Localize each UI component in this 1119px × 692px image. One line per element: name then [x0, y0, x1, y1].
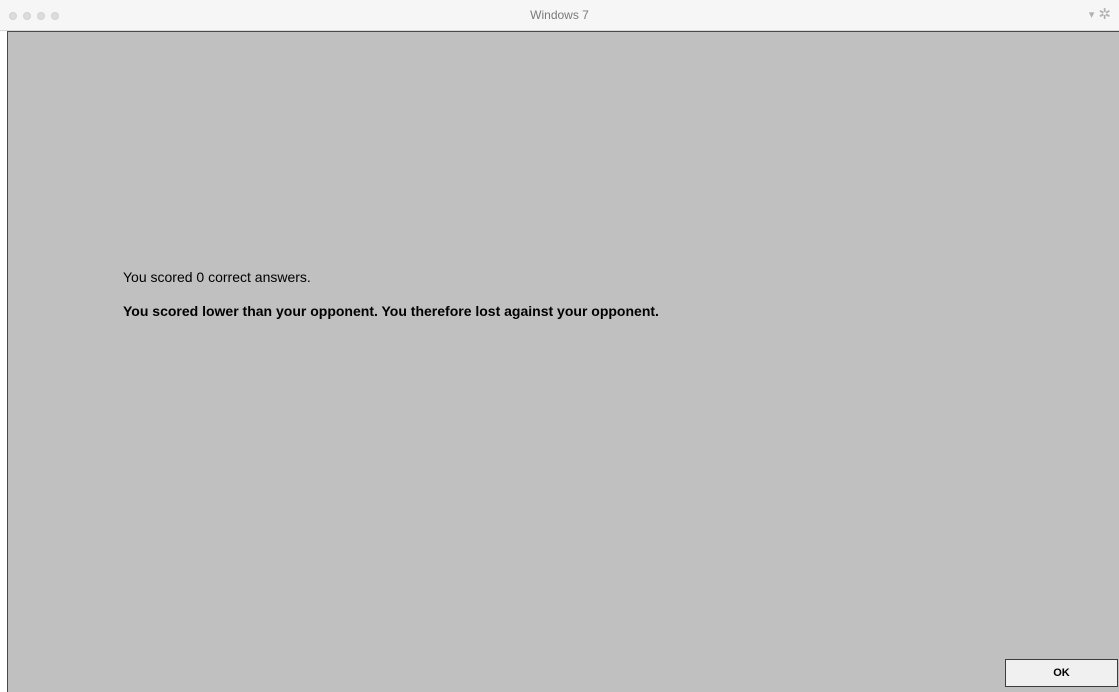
score-message: You scored 0 correct answers. [123, 269, 311, 285]
triangle-down-icon[interactable]: ▾ [1089, 8, 1095, 21]
ok-button[interactable]: OK [1005, 659, 1118, 687]
main-panel: You scored 0 correct answers. You scored… [7, 31, 1119, 692]
result-message: You scored lower than your opponent. You… [123, 303, 659, 319]
gear-icon[interactable]: ✲ [1098, 7, 1111, 22]
title-bar: Windows 7 ▾ ✲ [0, 0, 1119, 31]
window-title: Windows 7 [530, 8, 589, 22]
title-controls: ▾ ✲ [1089, 7, 1111, 22]
app-window: Windows 7 ▾ ✲ You scored 0 correct answe… [0, 0, 1119, 692]
